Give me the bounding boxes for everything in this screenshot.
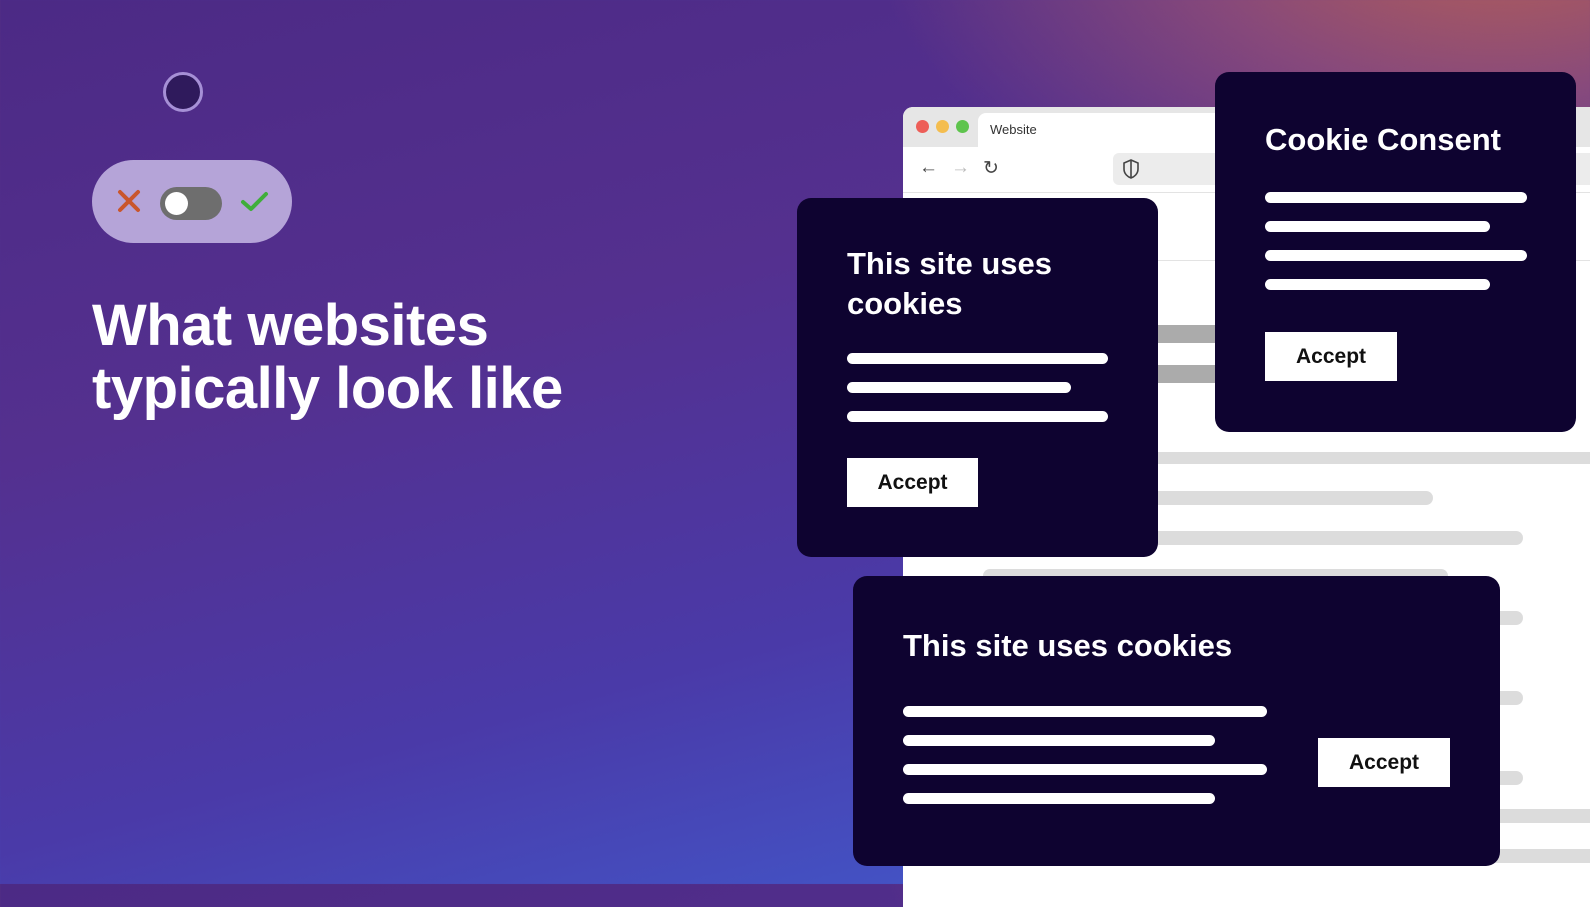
reload-icon[interactable]: ↻	[983, 157, 999, 180]
toggle-knob[interactable]	[165, 192, 188, 215]
content-line	[1143, 452, 1590, 464]
text-line	[903, 793, 1215, 804]
text-line	[1265, 221, 1490, 232]
text-line	[847, 382, 1071, 393]
cookie-banner-wide-card: This site uses cookies Accept	[853, 576, 1500, 866]
content-line	[1143, 531, 1523, 545]
text-line	[847, 411, 1108, 422]
cookie-banner-card: This site uses cookies Accept	[797, 198, 1158, 557]
x-icon	[118, 190, 140, 212]
accept-button[interactable]: Accept	[1318, 738, 1450, 787]
cookie-consent-card: Cookie Consent Accept	[1215, 72, 1576, 432]
close-window-button[interactable]	[916, 120, 929, 133]
accept-button[interactable]: Accept	[1265, 332, 1397, 381]
content-line	[1143, 491, 1433, 505]
shield-icon	[1123, 159, 1139, 179]
card-title: This site uses cookies	[847, 246, 1053, 321]
minimize-window-button[interactable]	[936, 120, 949, 133]
arrow-left-icon[interactable]: ←	[919, 157, 938, 179]
card-title: Cookie Consent	[1265, 122, 1501, 157]
text-line	[903, 706, 1267, 717]
text-line	[1265, 279, 1490, 290]
card-title: This site uses cookies	[903, 628, 1233, 663]
toggle-switch[interactable]	[160, 187, 222, 220]
text-line	[1265, 192, 1527, 203]
tab-title: Website	[990, 122, 1037, 137]
text-line	[847, 353, 1108, 364]
consent-toggle-pill[interactable]	[92, 160, 292, 243]
text-line	[903, 764, 1267, 775]
check-icon	[241, 192, 268, 211]
headline: What websites typically look like	[92, 293, 563, 421]
record-dot-icon	[163, 72, 203, 112]
text-line	[903, 735, 1215, 746]
text-line	[1265, 250, 1527, 261]
maximize-window-button[interactable]	[956, 120, 969, 133]
arrow-right-icon[interactable]: →	[951, 157, 970, 179]
accept-button[interactable]: Accept	[847, 458, 978, 507]
